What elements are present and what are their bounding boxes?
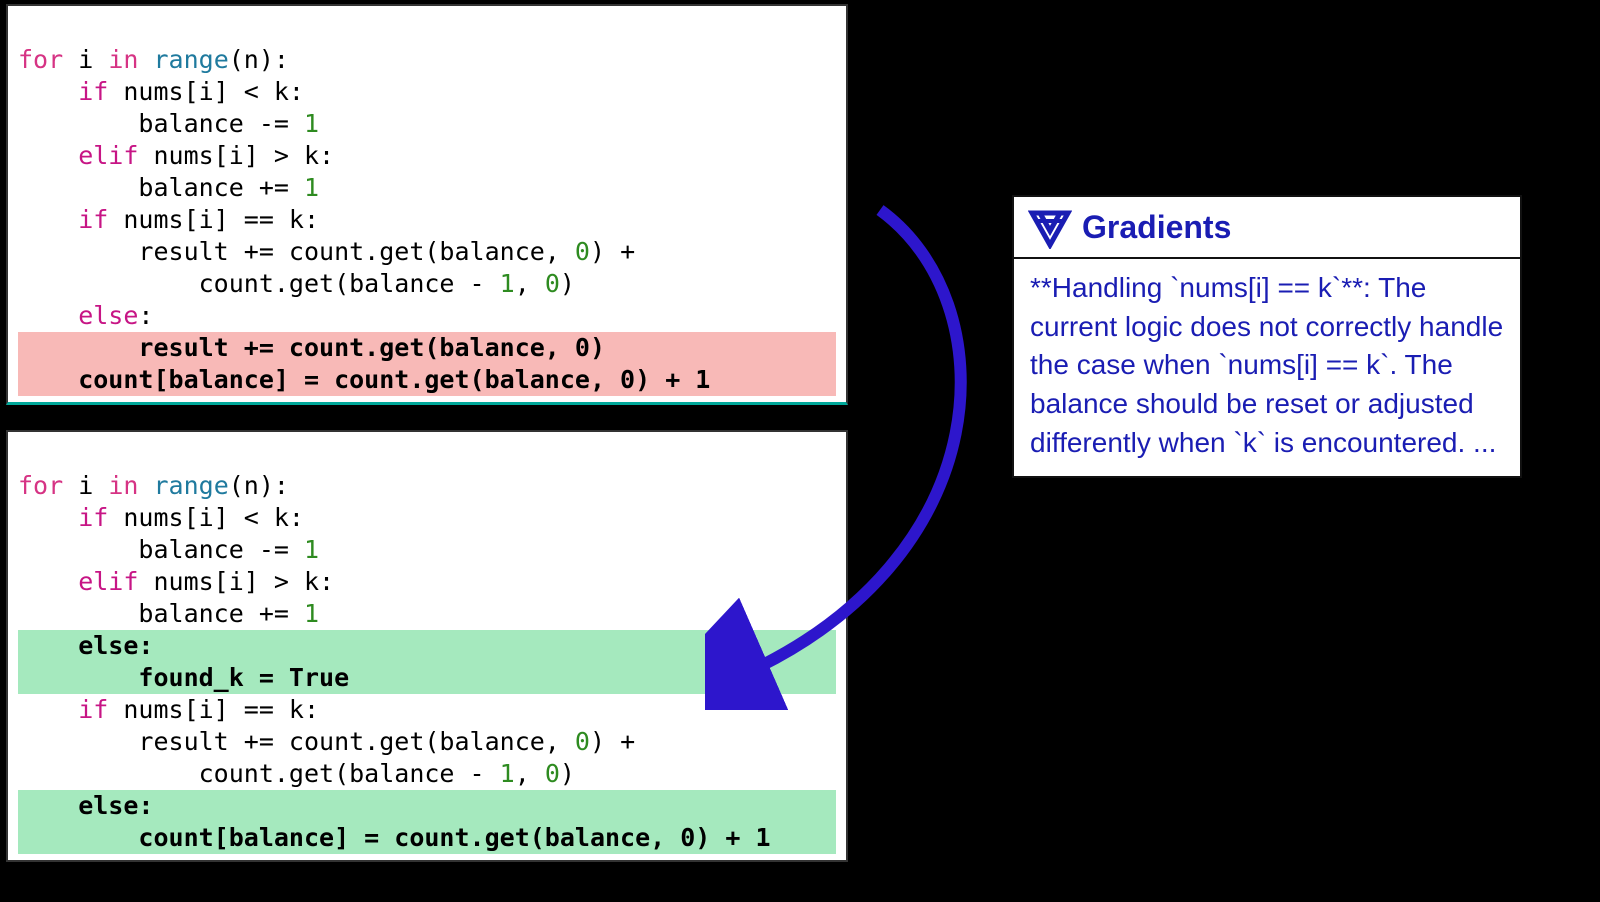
code-line: if nums[i] < k: bbox=[18, 77, 304, 106]
gradients-body-text: **Handling `nums[i] == k`**: The current… bbox=[1014, 259, 1520, 476]
removed-line: result += count.get(balance, 0) bbox=[18, 332, 836, 364]
removed-line: count[balance] = count.get(balance, 0) +… bbox=[18, 364, 836, 396]
added-line: else: bbox=[18, 630, 836, 662]
gradients-title: Gradients bbox=[1082, 209, 1231, 246]
code-line: elif nums[i] > k: bbox=[18, 567, 334, 596]
code-line: result += count.get(balance, 0) + bbox=[18, 727, 635, 756]
code-line: balance += 1 bbox=[18, 173, 319, 202]
code-line: if nums[i] == k: bbox=[18, 205, 319, 234]
code-line: count.get(balance - 1, 0) bbox=[18, 759, 575, 788]
gradients-header: Gradients bbox=[1014, 197, 1520, 259]
code-line: for i in range(n): bbox=[18, 471, 289, 500]
code-line: balance -= 1 bbox=[18, 109, 319, 138]
code-line: else: bbox=[18, 301, 153, 330]
added-line: else: bbox=[18, 790, 836, 822]
code-block-before: for i in range(n): if nums[i] < k: balan… bbox=[6, 4, 848, 405]
code-line: for i in range(n): bbox=[18, 45, 289, 74]
gradients-panel: Gradients **Handling `nums[i] == k`**: T… bbox=[1012, 195, 1522, 478]
added-line: found_k = True bbox=[18, 662, 836, 694]
code-line: if nums[i] < k: bbox=[18, 503, 304, 532]
gradients-logo-icon bbox=[1028, 205, 1072, 249]
code-line: if nums[i] == k: bbox=[18, 695, 319, 724]
code-line: count.get(balance - 1, 0) bbox=[18, 269, 575, 298]
code-line: elif nums[i] > k: bbox=[18, 141, 334, 170]
code-line: balance += 1 bbox=[18, 599, 319, 628]
added-line: count[balance] = count.get(balance, 0) +… bbox=[18, 822, 836, 854]
code-line: result += count.get(balance, 0) + bbox=[18, 237, 635, 266]
code-block-after: for i in range(n): if nums[i] < k: balan… bbox=[6, 430, 848, 862]
code-line: balance -= 1 bbox=[18, 535, 319, 564]
